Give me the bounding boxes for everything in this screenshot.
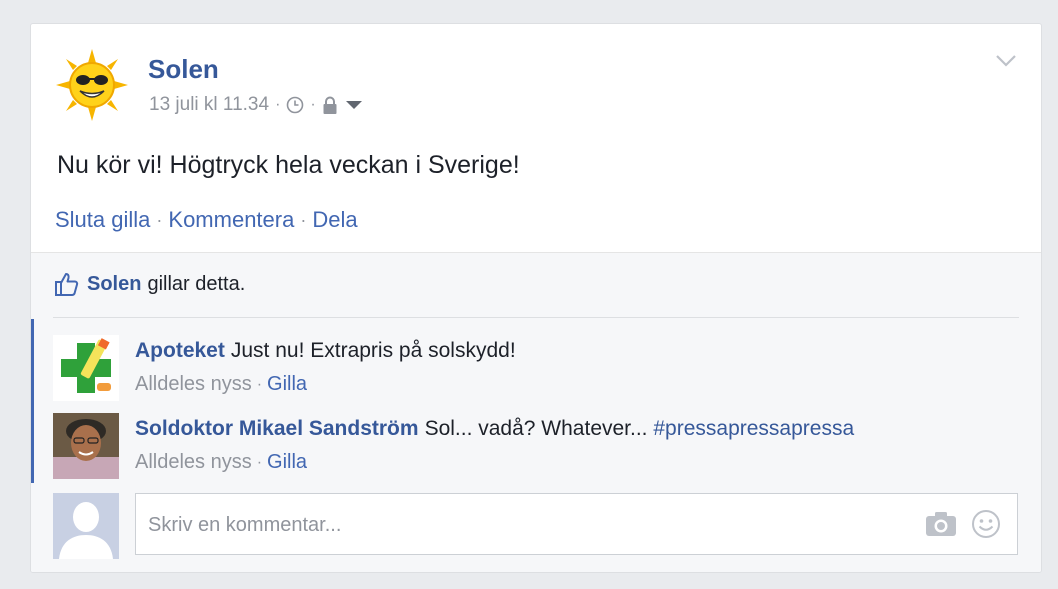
- sun-avatar-icon[interactable]: [56, 49, 128, 121]
- action-separator: ·: [300, 209, 307, 230]
- user-photo-avatar[interactable]: [53, 413, 119, 479]
- caret-down-icon[interactable]: [344, 99, 364, 111]
- action-separator: ·: [156, 209, 163, 230]
- comment-text: Sol... vadå? Whatever...: [424, 417, 648, 440]
- meta-separator: ·: [310, 96, 316, 113]
- comment-like-button[interactable]: Gilla: [267, 373, 307, 396]
- comment-hashtag[interactable]: #pressapressapressa: [653, 417, 854, 440]
- comment-author[interactable]: Apoteket: [135, 339, 225, 362]
- post-text: Nu kör vi! Högtryck hela veckan i Sverig…: [57, 151, 520, 179]
- post-meta: 13 juli kl 11.34 · ·: [149, 94, 364, 116]
- comment-author[interactable]: Soldoktor Mikael Sandström: [135, 417, 419, 440]
- thumbs-up-icon: [55, 273, 79, 296]
- comment-body: Apoteket Just nu! Extrapris på solskydd! …: [135, 339, 516, 401]
- camera-icon[interactable]: [925, 511, 957, 537]
- chevron-down-icon[interactable]: [995, 54, 1017, 68]
- post-card: Solen 13 juli kl 11.34 · · Nu kör vi! Hö…: [30, 23, 1042, 573]
- comment-item: Soldoktor Mikael Sandström Sol... vadå? W…: [53, 413, 854, 479]
- comment-like-button[interactable]: Gilla: [267, 451, 307, 474]
- liker-name[interactable]: Solen: [87, 273, 141, 296]
- meta-separator: ·: [256, 375, 263, 393]
- default-user-avatar[interactable]: [53, 493, 119, 559]
- post-actions: Sluta gilla · Kommentera · Dela: [55, 207, 358, 233]
- comment-input[interactable]: [146, 508, 890, 542]
- emoji-icon[interactable]: [971, 509, 1001, 539]
- comment-line: Soldoktor Mikael Sandström Sol... vadå? W…: [135, 417, 854, 441]
- comment-box: [135, 493, 1018, 555]
- comment-line: Apoteket Just nu! Extrapris på solskydd!: [135, 339, 516, 363]
- comment-body: Soldoktor Mikael Sandström Sol... vadå? W…: [135, 417, 854, 479]
- meta-separator: ·: [275, 96, 281, 113]
- post-timestamp[interactable]: 13 juli kl 11.34: [149, 94, 269, 116]
- clock-icon: [287, 96, 304, 114]
- post-author[interactable]: Solen: [148, 54, 219, 85]
- comment-item: Apoteket Just nu! Extrapris på solskydd! …: [53, 335, 516, 401]
- unlike-button[interactable]: Sluta gilla: [55, 207, 150, 233]
- share-button[interactable]: Dela: [312, 207, 357, 233]
- comment-text: Just nu! Extrapris på solskydd!: [230, 339, 516, 362]
- comment-meta: Alldeles nyss · Gilla: [135, 373, 516, 396]
- comment-time[interactable]: Alldeles nyss: [135, 451, 252, 474]
- post-footer: Solen gillar detta. Apoteket Just nu! Ext…: [31, 252, 1041, 572]
- comment-time[interactable]: Alldeles nyss: [135, 373, 252, 396]
- likes-suffix: gillar detta.: [147, 272, 246, 295]
- pharmacy-cross-avatar[interactable]: [53, 335, 119, 401]
- likes-summary: Solen gillar detta.: [53, 271, 245, 297]
- comment-meta: Alldeles nyss · Gilla: [135, 451, 854, 474]
- comments-accent-bar: [31, 319, 34, 483]
- lock-icon[interactable]: [322, 96, 338, 115]
- comment-button[interactable]: Kommentera: [168, 207, 294, 233]
- footer-divider: [53, 317, 1019, 318]
- meta-separator: ·: [256, 453, 263, 471]
